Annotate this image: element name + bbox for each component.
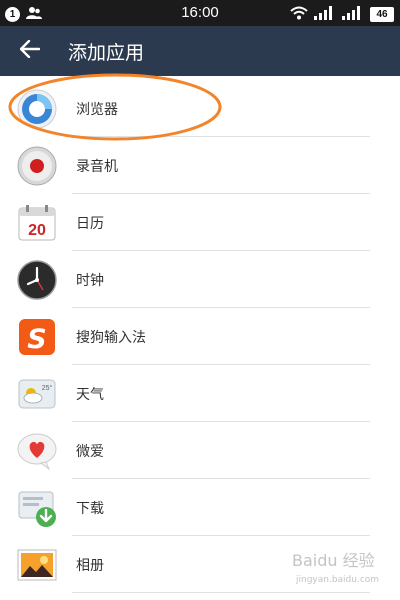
- back-button[interactable]: [12, 35, 48, 67]
- page-title: 添加应用: [68, 42, 145, 64]
- battery-icon: 46: [370, 7, 394, 22]
- watermark-logo: Baidu 经验 jingyan.baidu.com: [292, 551, 379, 585]
- status-bar: 1 16:00 46: [0, 0, 400, 26]
- item-label: 日历: [76, 216, 104, 232]
- item-label: 录音机: [76, 159, 118, 175]
- app-list: 浏览器 录音机 20 日历 时钟 S 搜狗输入法 25° 天气 微爱 下载 相册: [0, 80, 400, 600]
- item-label: 搜狗输入法: [76, 330, 146, 346]
- list-item-clock[interactable]: 时钟: [0, 251, 400, 308]
- signal-icon: [342, 5, 364, 24]
- wifi-icon: [290, 5, 308, 24]
- svg-text:Baidu 经验: Baidu 经验: [292, 551, 375, 570]
- browser-icon: [16, 88, 58, 130]
- item-label: 微爱: [76, 444, 104, 460]
- list-item-weather[interactable]: 25° 天气: [0, 365, 400, 422]
- download-icon: [16, 487, 58, 529]
- item-label: 相册: [76, 558, 104, 574]
- svg-text:jingyan.baidu.com: jingyan.baidu.com: [295, 575, 379, 585]
- list-item-download[interactable]: 下载: [0, 479, 400, 536]
- weather-temp-text: 25°: [42, 384, 53, 392]
- app-bar: 添加应用: [0, 26, 400, 76]
- gallery-icon: [16, 544, 58, 586]
- weather-icon: 25°: [16, 373, 58, 415]
- list-item-sogou-input[interactable]: S 搜狗输入法: [0, 308, 400, 365]
- calendar-day-text: 20: [28, 222, 46, 239]
- clock-icon: [16, 259, 58, 301]
- status-right: 46: [290, 5, 394, 24]
- list-item-weiai[interactable]: 微爱: [0, 422, 400, 479]
- calendar-icon: 20: [16, 202, 58, 244]
- item-label: 天气: [76, 387, 104, 403]
- arrow-left-icon: [19, 39, 41, 62]
- list-item-browser[interactable]: 浏览器: [0, 80, 400, 137]
- sogou-letter-text: S: [27, 324, 46, 355]
- item-label: 浏览器: [76, 102, 118, 118]
- signal-icon: [314, 5, 336, 24]
- list-item-calendar[interactable]: 20 日历: [0, 194, 400, 251]
- item-label: 时钟: [76, 273, 104, 289]
- sogou-input-icon: S: [16, 316, 58, 358]
- heart-icon: [16, 430, 58, 472]
- item-label: 下载: [76, 501, 104, 517]
- list-item-recorder[interactable]: 录音机: [0, 137, 400, 194]
- recorder-icon: [16, 145, 58, 187]
